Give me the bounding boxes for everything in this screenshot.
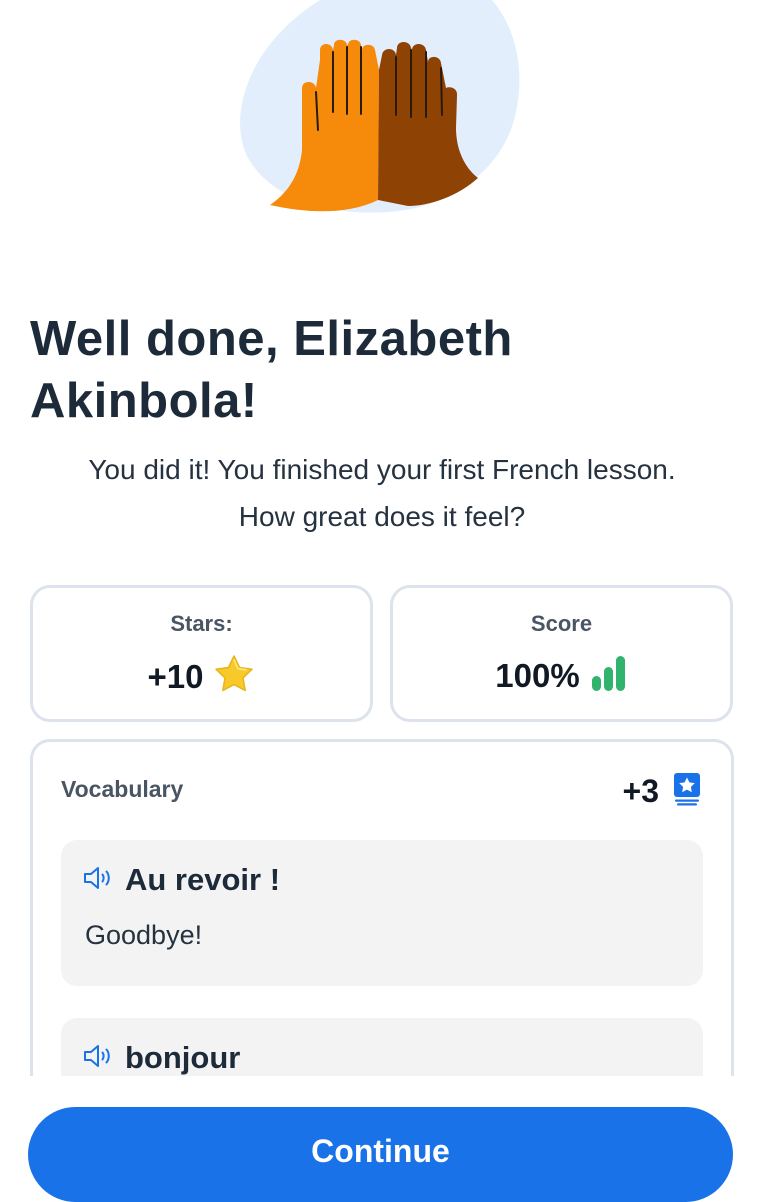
star-icon	[213, 654, 255, 699]
high-five-illustration	[220, 0, 540, 230]
score-card: Score 100%	[390, 585, 733, 722]
vocabulary-word: Au revoir !	[125, 862, 281, 897]
page-title: Well done, Elizabeth Akinbola!	[30, 312, 513, 428]
stars-label: Stars:	[170, 611, 233, 636]
vocabulary-item: Au revoir ! Goodbye!	[61, 840, 703, 986]
vocabulary-card: Vocabulary +3 Au revoir ! Goodbye! bonjo…	[30, 739, 734, 1148]
flashcards-star-icon	[673, 772, 701, 811]
vocabulary-word: bonjour	[125, 1040, 241, 1075]
stars-card: Stars: +10	[30, 585, 373, 722]
score-value: 100%	[495, 656, 580, 694]
speaker-icon[interactable]	[83, 865, 115, 896]
speaker-icon[interactable]	[83, 1043, 115, 1074]
page-subtitle: You did it! You finished your first Fren…	[88, 454, 676, 532]
vocabulary-translation: Goodbye!	[85, 920, 203, 950]
vocabulary-title: Vocabulary	[61, 776, 184, 802]
signal-bars-icon	[590, 654, 628, 697]
continue-button[interactable]: Continue	[28, 1107, 733, 1202]
vocabulary-count-value: +3	[622, 773, 659, 809]
stars-value: +10	[147, 657, 204, 695]
vocabulary-count: +3	[623, 772, 701, 811]
score-label: Score	[530, 611, 593, 636]
